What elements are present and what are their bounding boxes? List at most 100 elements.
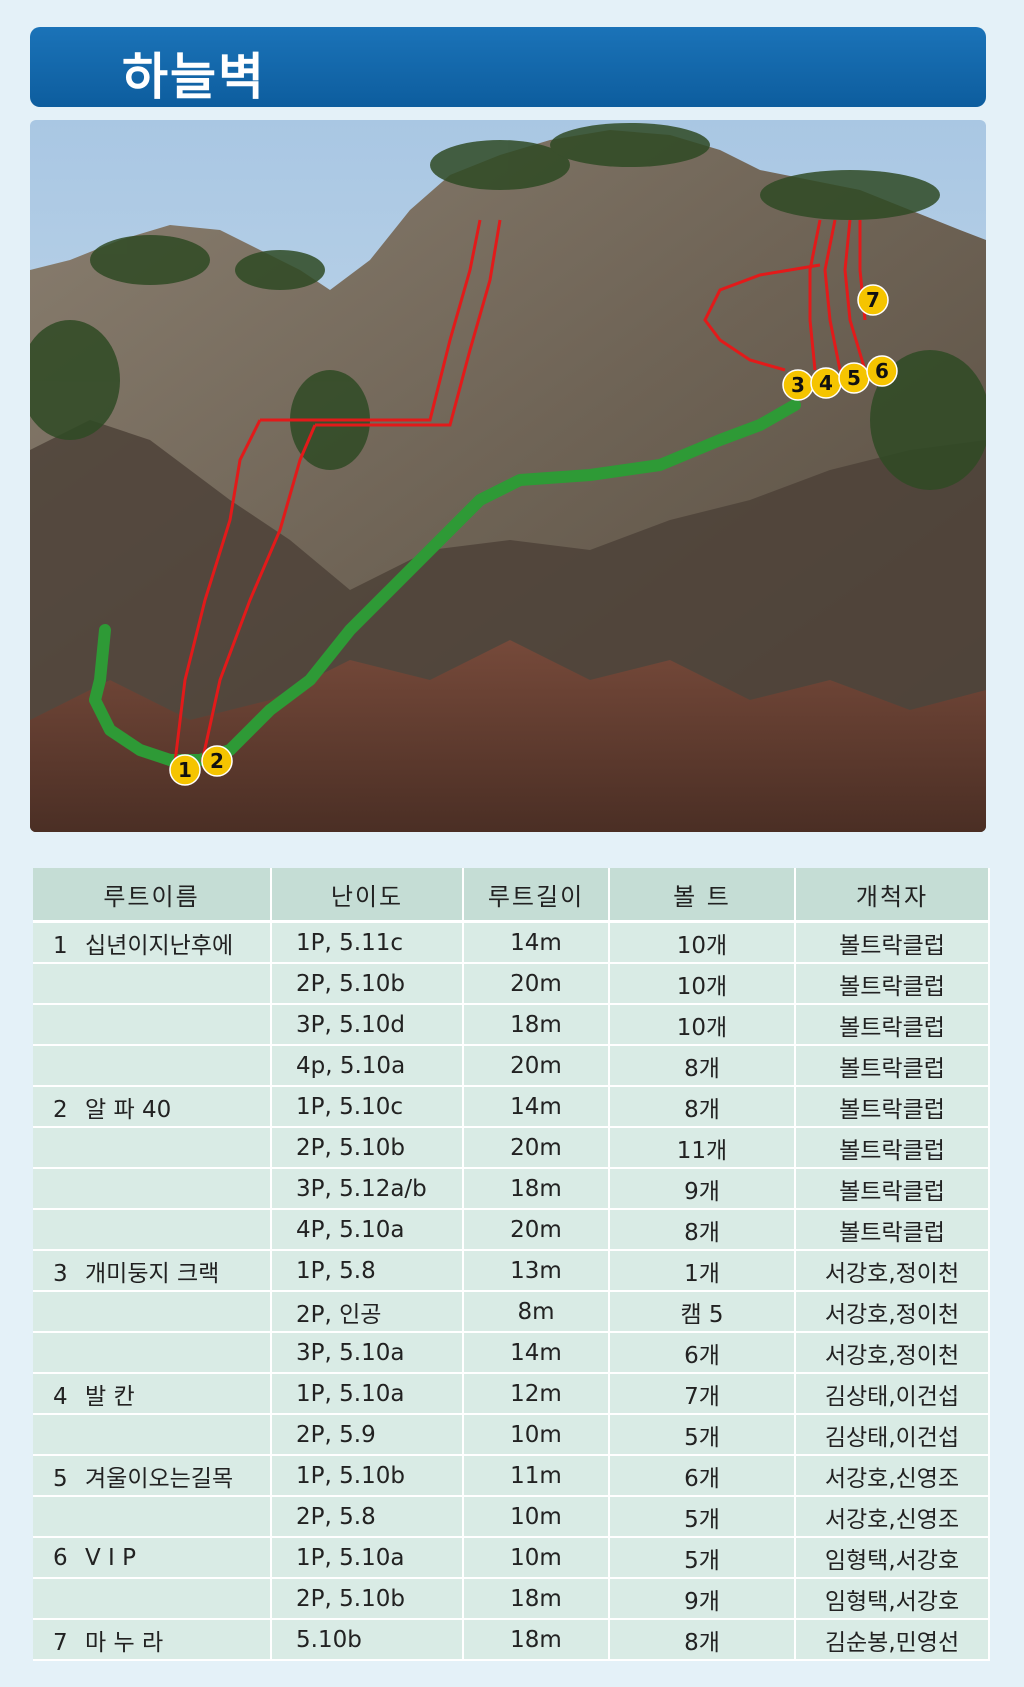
developer-cell: 서강호,정이천: [795, 1250, 990, 1292]
route-marker-7: 7: [857, 284, 889, 316]
svg-text:6: 6: [875, 359, 889, 383]
grade-cell: 4P, 5.10a: [271, 1209, 464, 1251]
developer-cell: 볼트락클럽: [795, 1209, 990, 1251]
grade-cell: 2P, 5.10b: [271, 1578, 464, 1620]
header-route-name: 루트이름: [33, 868, 272, 923]
grade-cell: 2P, 5.10b: [271, 963, 464, 1005]
table-row: 4P, 5.10a 20m 8개 볼트락클럽: [33, 1209, 990, 1251]
length-cell: 18m: [463, 1578, 610, 1620]
bolts-cell: 8개: [609, 1045, 796, 1087]
length-cell: 14m: [463, 1086, 610, 1128]
developer-cell: 서강호,정이천: [795, 1332, 990, 1374]
bolts-cell: 5개: [609, 1414, 796, 1456]
header-length: 루트길이: [463, 868, 610, 923]
grade-cell: 1P, 5.10b: [271, 1455, 464, 1497]
svg-text:4: 4: [819, 371, 833, 395]
route-number: 2: [53, 1096, 68, 1123]
length-cell: 14m: [463, 921, 610, 964]
svg-text:7: 7: [866, 288, 880, 312]
route-name: 개미둥지 크랙: [85, 1260, 220, 1287]
route-name-cell: [33, 1496, 272, 1538]
developer-cell: 임형택,서강호: [795, 1537, 990, 1579]
grade-cell: 3P, 5.10a: [271, 1332, 464, 1374]
bolts-cell: 10개: [609, 921, 796, 964]
grade-cell: 3P, 5.10d: [271, 1004, 464, 1046]
route-name-cell: [33, 1168, 272, 1210]
table-row: 5 겨울이오는길목 1P, 5.10b 11m 6개 서강호,신영조: [33, 1455, 990, 1497]
length-cell: 18m: [463, 1004, 610, 1046]
svg-text:2: 2: [210, 749, 224, 773]
length-cell: 20m: [463, 1127, 610, 1169]
route-name-cell: [33, 963, 272, 1005]
developer-cell: 김상태,이건섭: [795, 1414, 990, 1456]
table-row: 2P, 5.10b 20m 10개 볼트락클럽: [33, 963, 990, 1005]
route-number: 1: [53, 932, 68, 959]
table-row: 7 마 누 라 5.10b 18m 8개 김순봉,민영선: [33, 1619, 990, 1661]
route-name-cell: 7 마 누 라: [33, 1619, 272, 1661]
grade-cell: 1P, 5.10c: [271, 1086, 464, 1128]
header-bolts: 볼 트: [609, 868, 796, 923]
table-row: 2P, 5.10b 18m 9개 임형택,서강호: [33, 1578, 990, 1620]
table-row: 3P, 5.12a/b 18m 9개 볼트락클럽: [33, 1168, 990, 1210]
route-name: 겨울이오는길목: [85, 1465, 234, 1492]
grade-cell: 2P, 인공: [271, 1291, 464, 1333]
bolts-cell: 9개: [609, 1578, 796, 1620]
route-name-cell: [33, 1578, 272, 1620]
route-marker-5: 5: [838, 362, 870, 394]
length-cell: 12m: [463, 1373, 610, 1415]
developer-cell: 볼트락클럽: [795, 1086, 990, 1128]
grade-cell: 3P, 5.12a/b: [271, 1168, 464, 1210]
developer-cell: 김상태,이건섭: [795, 1373, 990, 1415]
length-cell: 20m: [463, 1045, 610, 1087]
svg-text:3: 3: [791, 373, 805, 397]
route-name-cell: 1 십년이지난후에: [33, 921, 272, 964]
length-cell: 20m: [463, 1209, 610, 1251]
bolts-cell: 8개: [609, 1619, 796, 1661]
route-name-cell: 5 겨울이오는길목: [33, 1455, 272, 1497]
table-row: 3P, 5.10d 18m 10개 볼트락클럽: [33, 1004, 990, 1046]
route-name: 발 칸: [85, 1383, 135, 1410]
developer-cell: 서강호,정이천: [795, 1291, 990, 1333]
grade-cell: 2P, 5.9: [271, 1414, 464, 1456]
grade-cell: 1P, 5.8: [271, 1250, 464, 1292]
header-developer: 개척자: [795, 868, 990, 923]
route-name-cell: 6 V I P: [33, 1537, 272, 1579]
bolts-cell: 10개: [609, 1004, 796, 1046]
route-name-cell: [33, 1004, 272, 1046]
bolts-cell: 8개: [609, 1209, 796, 1251]
table-row: 2 알 파 40 1P, 5.10c 14m 8개 볼트락클럽: [33, 1086, 990, 1128]
developer-cell: 볼트락클럽: [795, 1127, 990, 1169]
bolts-cell: 10개: [609, 963, 796, 1005]
route-topo-illustration: 1 2 3 4 5 6 7: [30, 120, 986, 832]
bolts-cell: 5개: [609, 1537, 796, 1579]
length-cell: 20m: [463, 963, 610, 1005]
route-name-cell: [33, 1045, 272, 1087]
length-cell: 10m: [463, 1537, 610, 1579]
route-marker-6: 6: [866, 355, 898, 387]
route-marker-2: 2: [201, 745, 233, 777]
route-name-cell: 3 개미둥지 크랙: [33, 1250, 272, 1292]
table-row: 2P, 5.10b 20m 11개 볼트락클럽: [33, 1127, 990, 1169]
bolts-cell: 7개: [609, 1373, 796, 1415]
route-name: V I P: [85, 1544, 137, 1571]
route-name-cell: [33, 1127, 272, 1169]
table-body: 1 십년이지난후에 1P, 5.11c 14m 10개 볼트락클럽 2P, 5.10b 20m…: [33, 921, 990, 1661]
bolts-cell: 1개: [609, 1250, 796, 1292]
bolts-cell: 6개: [609, 1332, 796, 1374]
length-cell: 13m: [463, 1250, 610, 1292]
bolts-cell: 8개: [609, 1086, 796, 1128]
route-number: 3: [53, 1260, 68, 1287]
table-row: 3 개미둥지 크랙 1P, 5.8 13m 1개 서강호,정이천: [33, 1250, 990, 1292]
route-number: 6: [53, 1544, 68, 1571]
route-marker-1: 1: [169, 754, 201, 786]
table-row: 1 십년이지난후에 1P, 5.11c 14m 10개 볼트락클럽: [33, 921, 990, 964]
developer-cell: 볼트락클럽: [795, 1045, 990, 1087]
length-cell: 8m: [463, 1291, 610, 1333]
route-marker-3: 3: [782, 369, 814, 401]
table-row: 2P, 5.8 10m 5개 서강호,신영조: [33, 1496, 990, 1538]
title-banner: 하늘벽: [30, 27, 986, 107]
table-row: 2P, 5.9 10m 5개 김상태,이건섭: [33, 1414, 990, 1456]
developer-cell: 서강호,신영조: [795, 1496, 990, 1538]
route-name: 마 누 라: [85, 1629, 164, 1656]
bolts-cell: 6개: [609, 1455, 796, 1497]
